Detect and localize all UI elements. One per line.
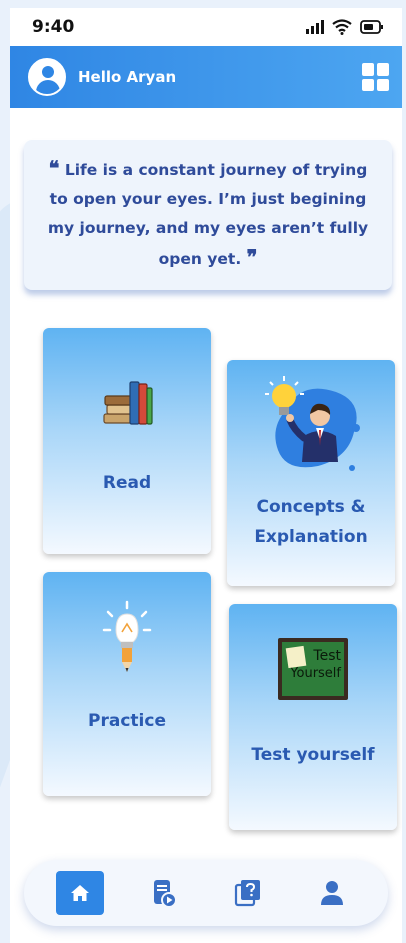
books-icon — [100, 378, 154, 432]
quote-body: Life is a constant journey of trying to … — [47, 161, 369, 268]
test-label: Test yourself — [251, 745, 375, 765]
nav-video[interactable] — [140, 871, 188, 915]
header-user: Hello Aryan — [28, 58, 176, 96]
wifi-icon — [332, 19, 352, 35]
concepts-card[interactable]: Concepts & Explanation — [227, 360, 395, 586]
read-card[interactable]: Read — [43, 328, 211, 554]
video-doc-icon — [154, 880, 177, 908]
battery-icon — [360, 20, 384, 34]
nav-quiz[interactable] — [224, 871, 272, 915]
bottom-nav — [24, 860, 388, 926]
read-label: Read — [102, 473, 152, 493]
test-board-icon: Test Yourself — [278, 638, 348, 700]
nav-profile[interactable] — [308, 871, 356, 915]
signal-icon — [306, 20, 324, 34]
nav-home[interactable] — [56, 871, 104, 915]
status-time: 9:40 — [32, 17, 75, 37]
status-bar: 9:40 — [10, 8, 402, 46]
lightbulb-pencil-icon — [102, 600, 152, 680]
practice-label: Practice — [88, 711, 166, 731]
test-card[interactable]: Test Yourself Test yourself — [229, 604, 397, 830]
greeting-text: Hello Aryan — [78, 68, 177, 86]
profile-icon — [321, 881, 343, 905]
status-icons — [306, 19, 384, 35]
practice-card[interactable]: Practice — [43, 572, 211, 796]
open-quote-icon: ❝ — [48, 156, 60, 180]
quote-text: ❝ Life is a constant journey of trying t… — [46, 154, 370, 274]
app-screen: 9:40 Hello Aryan ❝ Life is a constant jo… — [10, 8, 402, 943]
home-icon — [71, 885, 89, 901]
question-icon — [234, 880, 260, 907]
close-quote-icon: ❞ — [246, 245, 258, 269]
quote-card: ❝ Life is a constant journey of trying t… — [24, 140, 392, 290]
user-avatar-icon[interactable] — [28, 58, 66, 96]
app-header: Hello Aryan — [10, 46, 402, 108]
idea-man-icon — [256, 370, 366, 486]
concepts-label: Concepts & Explanation — [254, 497, 368, 547]
board-text-2: Yourself — [290, 666, 341, 681]
grid-menu-icon[interactable] — [362, 63, 390, 91]
note-icon — [285, 645, 307, 669]
board-surface: Test Yourself — [282, 642, 344, 696]
